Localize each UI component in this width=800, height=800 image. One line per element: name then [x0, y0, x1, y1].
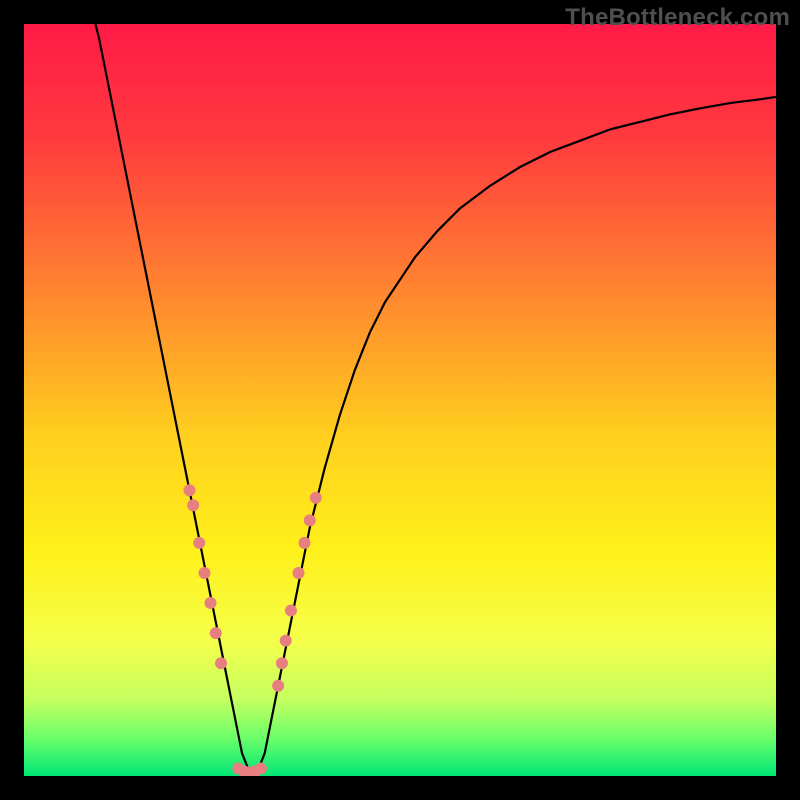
- gradient-bg: [24, 24, 776, 776]
- dot: [183, 484, 195, 496]
- dot: [280, 635, 292, 647]
- dot: [255, 762, 267, 774]
- plot-frame: [24, 24, 776, 776]
- dot: [299, 537, 311, 549]
- dot: [205, 597, 217, 609]
- watermark-text: TheBottleneck.com: [565, 4, 790, 32]
- dot: [187, 499, 199, 511]
- dot: [210, 627, 222, 639]
- dot: [193, 537, 205, 549]
- bottleneck-chart: [24, 24, 776, 776]
- dot: [285, 605, 297, 617]
- dot: [304, 514, 316, 526]
- dot: [310, 492, 322, 504]
- dot: [276, 657, 288, 669]
- dot: [292, 567, 304, 579]
- dot: [198, 567, 210, 579]
- dot: [215, 657, 227, 669]
- dot: [272, 680, 284, 692]
